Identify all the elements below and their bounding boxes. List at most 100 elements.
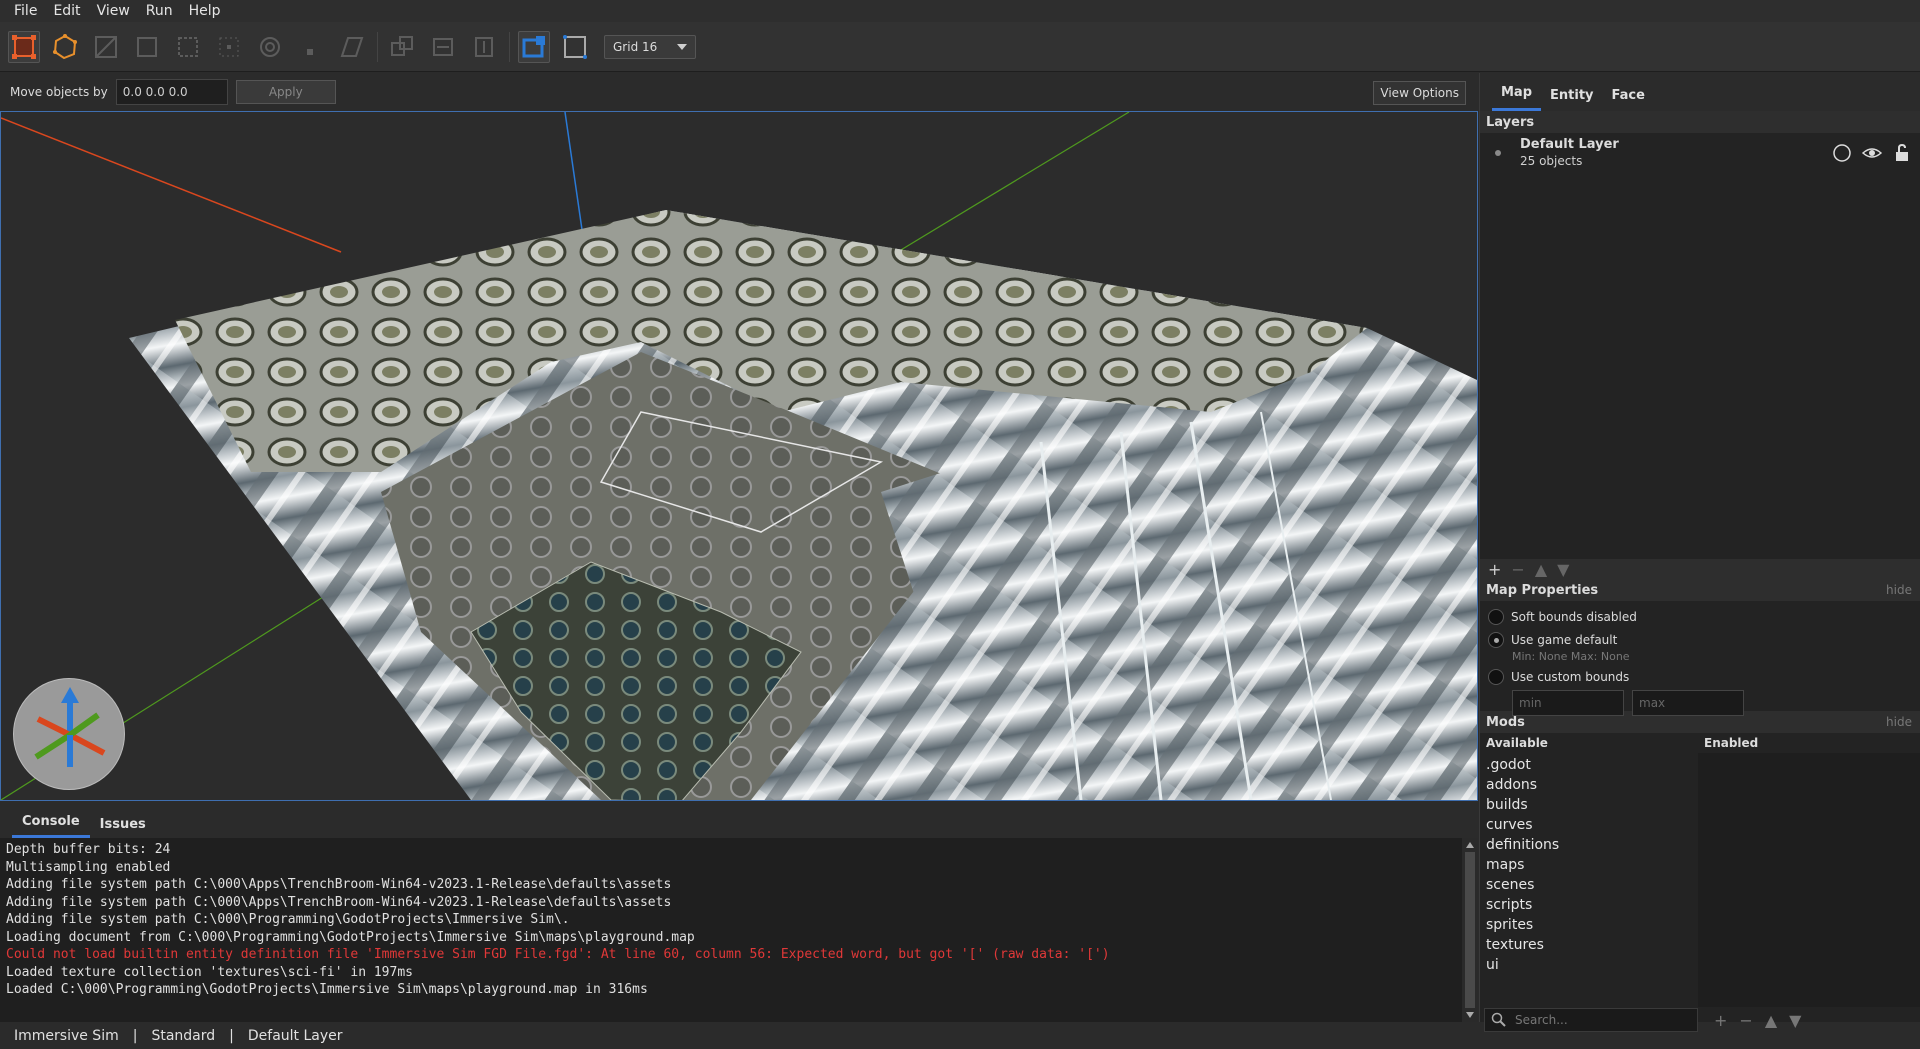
- list-item[interactable]: builds: [1486, 795, 1698, 815]
- custom-bounds-fields: min max: [1488, 690, 1920, 716]
- list-item[interactable]: ui: [1486, 955, 1698, 975]
- soft-bounds-disabled-option[interactable]: Soft bounds disabled: [1488, 607, 1920, 627]
- face-tool-icon[interactable]: [213, 31, 245, 63]
- flip-vertical-icon[interactable]: [468, 31, 500, 63]
- search-placeholder: Search...: [1515, 1013, 1568, 1027]
- add-layer-icon[interactable]: +: [1488, 560, 1501, 579]
- grid-size-label: Grid 16: [613, 39, 658, 54]
- view-options-button[interactable]: View Options: [1373, 81, 1466, 105]
- active-layer-indicator: [1495, 150, 1501, 156]
- omit-from-export-icon[interactable]: [1832, 143, 1852, 163]
- tab-issues[interactable]: Issues: [90, 817, 156, 838]
- console-line: Adding file system path C:\000\Apps\Tren…: [6, 894, 672, 910]
- available-mods-heading: Available: [1486, 736, 1548, 750]
- mods-lists: .godot addons builds curves definitions …: [1480, 753, 1920, 1007]
- enable-mod-icon[interactable]: +: [1714, 1011, 1727, 1030]
- menu-run[interactable]: Run: [138, 0, 181, 22]
- move-layer-up-icon[interactable]: ▲: [1535, 560, 1547, 579]
- console-line: Multisampling enabled: [6, 859, 171, 875]
- list-item[interactable]: addons: [1486, 775, 1698, 795]
- move-layer-down-icon[interactable]: ▼: [1557, 560, 1569, 579]
- list-item[interactable]: definitions: [1486, 835, 1698, 855]
- radio-icon: [1488, 609, 1504, 625]
- menu-file[interactable]: File: [6, 0, 45, 22]
- min-bounds-input[interactable]: min: [1512, 690, 1624, 716]
- move-offset-input[interactable]: 0.0 0.0 0.0: [115, 79, 228, 105]
- tab-console[interactable]: Console: [12, 814, 90, 838]
- game-default-option[interactable]: Use game default: [1488, 630, 1920, 650]
- clip-tool-icon[interactable]: [90, 31, 122, 63]
- remove-layer-icon[interactable]: −: [1511, 560, 1524, 579]
- status-layer: Default Layer: [247, 1027, 343, 1044]
- list-item[interactable]: sprites: [1486, 915, 1698, 935]
- mods-search-input[interactable]: Search...: [1484, 1008, 1698, 1032]
- tab-map[interactable]: Map: [1492, 85, 1542, 111]
- menu-view[interactable]: View: [89, 0, 138, 22]
- option-label: Soft bounds disabled: [1511, 610, 1637, 624]
- shear-tool-icon[interactable]: [336, 31, 368, 63]
- radio-icon: [1488, 669, 1504, 685]
- map-viewport-3d[interactable]: [0, 111, 1478, 801]
- inspector-tabs: Map Entity Face: [1480, 73, 1920, 111]
- list-item[interactable]: maps: [1486, 855, 1698, 875]
- menu-help[interactable]: Help: [181, 0, 229, 22]
- chevron-down-icon: [677, 43, 687, 50]
- option-label: Use game default: [1511, 633, 1618, 647]
- toolbar-separator: [377, 31, 378, 62]
- visibility-eye-icon[interactable]: [1862, 143, 1882, 163]
- inspector-panel: Map Entity Face Layers Default Layer 25 …: [1479, 73, 1920, 1032]
- unlock-icon[interactable]: [1892, 143, 1912, 163]
- hide-map-properties-link[interactable]: hide: [1886, 583, 1912, 597]
- console-scrollbar[interactable]: [1462, 838, 1478, 1022]
- disable-mod-icon[interactable]: −: [1739, 1011, 1752, 1030]
- search-icon: [1491, 1012, 1506, 1027]
- toolbar-separator: [509, 31, 510, 62]
- move-objects-label: Move objects by: [10, 85, 108, 99]
- hide-mods-link[interactable]: hide: [1886, 715, 1912, 729]
- viewport-scene: [1, 112, 1477, 800]
- available-mods-list: .godot addons builds curves definitions …: [1480, 753, 1698, 1007]
- edge-tool-icon[interactable]: [172, 31, 204, 63]
- duplicate-icon[interactable]: [386, 31, 418, 63]
- list-item[interactable]: curves: [1486, 815, 1698, 835]
- menu-bar: File Edit View Run Help: [0, 0, 1920, 22]
- console-line: Loaded texture collection 'textures\sci-…: [6, 964, 413, 980]
- vertex-tool-icon[interactable]: [131, 31, 163, 63]
- custom-bounds-option[interactable]: Use custom bounds: [1488, 667, 1920, 687]
- list-item[interactable]: scenes: [1486, 875, 1698, 895]
- menu-edit[interactable]: Edit: [45, 0, 88, 22]
- enabled-mods-list[interactable]: [1698, 753, 1920, 1007]
- bounds-options: Soft bounds disabled Use game default Mi…: [1480, 601, 1920, 716]
- axis-gizmo[interactable]: [13, 678, 125, 790]
- max-bounds-input[interactable]: max: [1632, 690, 1744, 716]
- toolbar: Grid 16: [0, 22, 1920, 72]
- apply-button[interactable]: Apply: [235, 80, 336, 104]
- layer-actions: [1832, 143, 1912, 163]
- enabled-mods-heading: Enabled: [1704, 736, 1759, 750]
- grid-size-dropdown[interactable]: Grid 16: [604, 34, 696, 59]
- flip-horizontal-icon[interactable]: [427, 31, 459, 63]
- list-item[interactable]: .godot: [1486, 755, 1698, 775]
- tab-face[interactable]: Face: [1603, 88, 1654, 111]
- texture-lock-icon[interactable]: [518, 30, 550, 63]
- console-line: Adding file system path C:\000\Apps\Tren…: [6, 877, 672, 892]
- list-item[interactable]: textures: [1486, 935, 1698, 955]
- draw-brush-tool-icon[interactable]: [49, 31, 81, 63]
- scale-tool-icon[interactable]: [295, 31, 327, 63]
- console-line: Loading document from C:\000\Programming…: [6, 929, 695, 945]
- list-item[interactable]: scripts: [1486, 895, 1698, 915]
- rotate-tool-icon[interactable]: [254, 31, 286, 63]
- console-line: Depth buffer bits: 24: [6, 842, 171, 857]
- uv-lock-icon[interactable]: [559, 31, 591, 63]
- select-tool-icon[interactable]: [8, 30, 40, 63]
- mods-footer: Search... + − ▲ ▼: [1480, 1007, 1920, 1033]
- move-mod-up-icon[interactable]: ▲: [1765, 1011, 1777, 1030]
- layers-title: Layers: [1486, 114, 1535, 130]
- status-game: Immersive Sim: [14, 1027, 119, 1044]
- layer-row[interactable]: Default Layer 25 objects: [1480, 133, 1920, 179]
- console-line: Adding file system path C:\000\Programmi…: [6, 912, 570, 927]
- tab-entity[interactable]: Entity: [1541, 88, 1603, 111]
- status-mode: Standard: [151, 1027, 216, 1044]
- radio-selected-icon: [1488, 632, 1504, 648]
- move-mod-down-icon[interactable]: ▼: [1789, 1011, 1801, 1030]
